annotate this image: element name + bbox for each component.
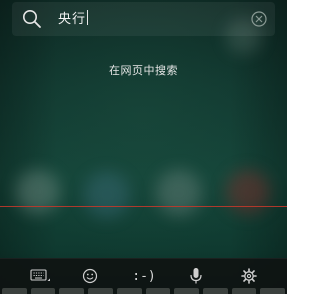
- key[interactable]: [174, 288, 199, 294]
- blurred-app-icon: [226, 170, 270, 214]
- key[interactable]: [145, 288, 171, 294]
- search-bar[interactable]: 央行: [12, 2, 275, 36]
- text-caret: [87, 10, 89, 25]
- search-icon: [22, 9, 42, 29]
- key[interactable]: [116, 288, 142, 294]
- keyboard-icon[interactable]: [28, 265, 54, 287]
- search-web-option[interactable]: 在网页中搜索: [0, 62, 287, 78]
- search-query: 央行: [58, 12, 87, 27]
- key[interactable]: [2, 288, 27, 294]
- search-input[interactable]: 央行: [58, 10, 89, 29]
- blurred-app-icon: [16, 170, 60, 214]
- emoticon-icon[interactable]: :-): [131, 265, 157, 287]
- key[interactable]: [88, 288, 113, 294]
- emoji-icon[interactable]: [77, 265, 103, 287]
- clear-icon[interactable]: [251, 11, 267, 27]
- search-screen: 央行 在网页中搜索:-): [0, 0, 287, 294]
- blurred-app-icon: [84, 172, 130, 218]
- key[interactable]: [59, 288, 85, 294]
- mic-icon[interactable]: [183, 265, 209, 287]
- blurred-app-icon: [156, 170, 202, 216]
- key[interactable]: [260, 288, 286, 294]
- key[interactable]: [30, 288, 56, 294]
- keyboard-keys-row: [0, 288, 287, 294]
- key[interactable]: [231, 288, 257, 294]
- search-web-label: 在网页中搜索: [109, 64, 178, 77]
- key[interactable]: [202, 288, 228, 294]
- divider-line: [0, 206, 287, 207]
- settings-icon[interactable]: [236, 265, 262, 287]
